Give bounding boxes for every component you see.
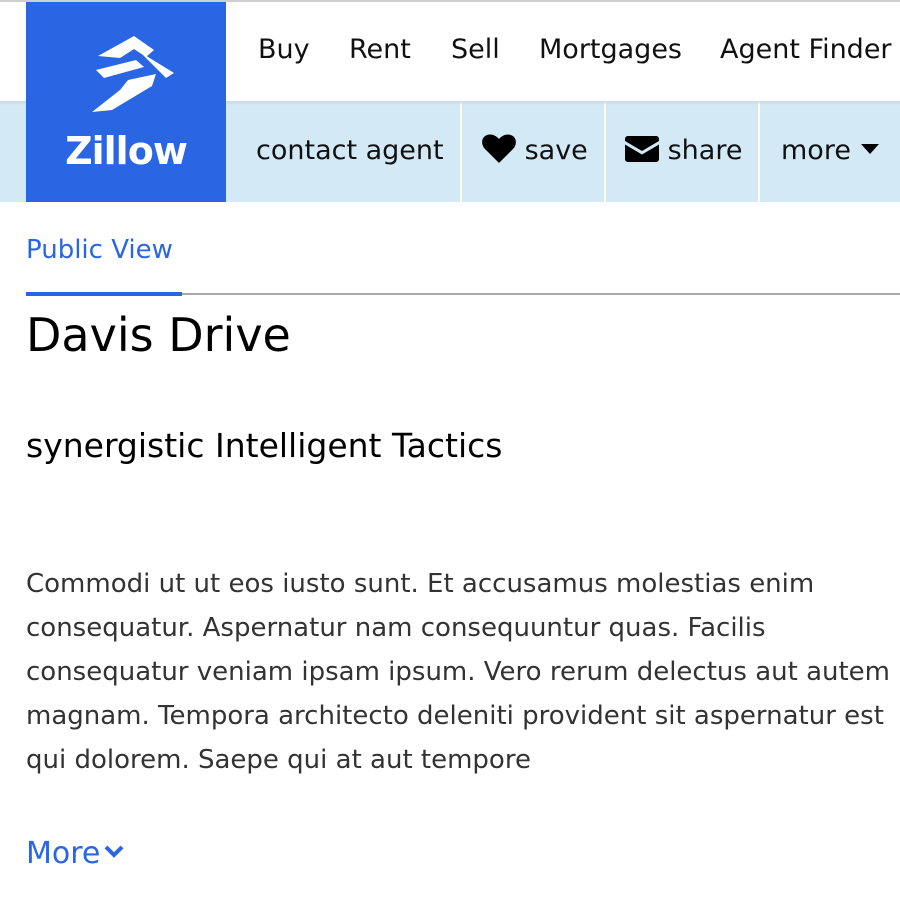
heart-icon [482, 134, 516, 163]
nav-item-buy[interactable]: Buy [258, 2, 310, 102]
view-tabs: Public View [26, 202, 900, 296]
save-label: save [524, 135, 588, 166]
nav-item-mortgages[interactable]: Mortgages [539, 2, 682, 102]
share-button[interactable]: share [625, 102, 742, 202]
more-link[interactable]: More [26, 832, 124, 876]
listing-title: Davis Drive [26, 308, 291, 362]
action-divider [758, 102, 760, 202]
share-label: share [667, 135, 743, 166]
main-nav: Buy Rent Sell Mortgages Agent Finder [226, 2, 900, 102]
more-actions-label: more [781, 135, 851, 166]
zillow-logo[interactable]: Zillow [26, 2, 226, 202]
nav-item-sell[interactable]: Sell [451, 2, 500, 102]
more-actions-button[interactable]: more [781, 102, 880, 202]
listing-subtitle: synergistic Intelligent Tactics [26, 426, 503, 465]
zillow-wordmark: Zillow [65, 129, 188, 173]
contact-agent-button[interactable]: contact agent [256, 102, 444, 202]
action-divider [460, 102, 462, 202]
more-link-label: More [26, 836, 101, 871]
caret-down-icon [860, 143, 879, 154]
tab-active-indicator [26, 292, 182, 296]
envelope-icon [625, 135, 659, 162]
action-divider [604, 102, 606, 202]
save-button[interactable]: save [482, 102, 588, 202]
chevron-down-icon [104, 845, 124, 858]
nav-item-rent[interactable]: Rent [349, 2, 411, 102]
zillow-house-z-icon [92, 36, 174, 112]
listing-description: Commodi ut ut eos iusto sunt. Et accusam… [26, 569, 891, 775]
tab-public-view[interactable]: Public View [26, 202, 182, 294]
nav-item-agent-finder[interactable]: Agent Finder [720, 2, 892, 102]
